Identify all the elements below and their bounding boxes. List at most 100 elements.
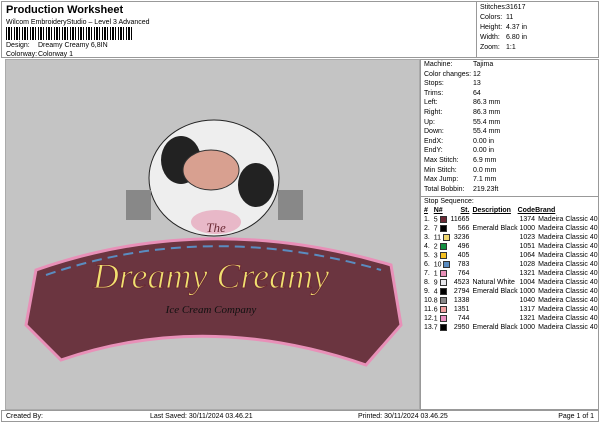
- colorway-label: Colorway:: [6, 51, 38, 58]
- column-header: St.: [460, 207, 470, 214]
- barcode: [6, 27, 134, 40]
- info-row: Min Stitch: 0.0 mm: [421, 166, 598, 176]
- stat-row: Stitches:31617: [480, 3, 597, 13]
- thread-description: Emerald Black: [472, 288, 518, 295]
- thread-brand: Madeira Classic 40: [538, 324, 598, 331]
- thread-code: 1028: [519, 261, 536, 268]
- info-row: Stops: 13: [421, 79, 598, 89]
- info-label: Total Bobbin:: [424, 185, 465, 193]
- info-row: EndY: 0.00 in: [421, 146, 598, 156]
- row-index: 4.: [424, 243, 430, 250]
- thread-brand: Madeira Classic 40: [538, 270, 598, 277]
- color-swatch: [439, 287, 447, 295]
- stat-row: Zoom: 1:1: [480, 43, 597, 53]
- cow-snout: [182, 149, 240, 191]
- stop-sequence-title: Stop Sequence:: [424, 198, 474, 205]
- info-label: Right:: [424, 108, 443, 116]
- info-row: Max Stitch: 6.9 mm: [421, 156, 598, 166]
- stat-label: Zoom:: [480, 44, 500, 51]
- info-value: 0.00 in: [473, 137, 495, 145]
- color-swatch: [439, 296, 447, 304]
- stitch-count: 4523: [453, 279, 470, 286]
- page-title: Production Worksheet: [6, 4, 124, 16]
- table-row: 6. 10 783 1028 Madeira Classic 40: [424, 260, 598, 269]
- created-by: Created By:: [6, 413, 43, 420]
- color-swatch: [439, 305, 447, 313]
- table-row: 11. 6 1351 1317 Madeira Classic 40: [424, 305, 598, 314]
- needle-number: 9: [433, 279, 438, 287]
- column-header: Code: [517, 207, 536, 214]
- info-row: Right: 86.3 mm: [421, 108, 598, 118]
- info-value: 0.0 mm: [473, 166, 497, 174]
- footer: Created By: Last Saved: 30/11/2024 03.46…: [1, 410, 599, 422]
- row-index: 6.: [424, 261, 430, 268]
- info-value: 55.4 mm: [473, 128, 501, 136]
- needle-number: 3: [433, 252, 438, 260]
- thread-brand: Madeira Classic 40: [538, 288, 598, 295]
- thread-code: 1000: [519, 324, 536, 331]
- table-row: 13. 7 2950 Emerald Black 1000 Madeira Cl…: [424, 323, 598, 332]
- info-value: 6.9 mm: [473, 156, 497, 164]
- row-index: 2.: [424, 225, 430, 232]
- color-swatch: [439, 278, 447, 286]
- design-text-main: Dreamy Creamy: [92, 256, 329, 296]
- stitch-count: 783: [457, 261, 470, 268]
- stat-label: Height:: [480, 24, 503, 31]
- color-swatch: [443, 260, 451, 268]
- table-row: 7. 1 764 1321 Madeira Classic 40: [424, 269, 598, 278]
- info-label: Color changes:: [424, 70, 472, 78]
- thread-code: 1023: [519, 234, 536, 241]
- color-swatch: [439, 251, 447, 259]
- stitch-count: 2794: [453, 288, 470, 295]
- table-row: 8. 9 4523 Natural White 1004 Madeira Cla…: [424, 278, 598, 287]
- stat-value: 1:1: [506, 44, 516, 51]
- stitch-count: 496: [457, 243, 470, 250]
- info-label: Stops:: [424, 80, 444, 88]
- stat-row: Colors: 11: [480, 13, 597, 23]
- page-number: Page 1 of 1: [558, 413, 594, 420]
- table-row: 9. 4 2794 Emerald Black 1000 Madeira Cla…: [424, 287, 598, 296]
- thread-code: 1004: [519, 279, 536, 286]
- thread-description: [469, 296, 517, 305]
- info-row: Color changes: 12: [421, 70, 598, 80]
- worksheet-header: Production Worksheet Wilcom EmbroiderySt…: [1, 1, 599, 58]
- table-row: 1. 5 11665 1374 Madeira Classic 40: [424, 215, 598, 224]
- info-label: Machine:: [424, 61, 453, 68]
- info-row: Trims: 64: [421, 89, 598, 99]
- thread-description: [469, 314, 517, 323]
- stitch-count: 1351: [453, 306, 470, 313]
- stitch-count: 566: [457, 225, 470, 232]
- thread-brand: Madeira Classic 40: [538, 279, 598, 286]
- stop-sequence: Stop Sequence: # N# St. Description Code Bran…: [421, 196, 598, 333]
- thread-code: 1321: [519, 270, 536, 277]
- color-swatch: [439, 269, 447, 277]
- stitch-info-panel: Machine: Tajima Color changes: 12 Stops: 13 Tr…: [420, 59, 599, 410]
- design-row: Design: Dreamy Creamy 6,8IN: [6, 42, 108, 49]
- software-name: Wilcom EmbroideryStudio – Level 3 Advanc…: [6, 19, 150, 26]
- row-index: 8.: [424, 279, 430, 286]
- thread-brand: Madeira Classic 40: [538, 252, 598, 259]
- printed-date: Printed: 30/11/2024 03.46.25: [358, 413, 448, 420]
- info-value: 13: [473, 80, 481, 88]
- thread-brand: Madeira Classic 40: [538, 225, 598, 232]
- row-index: 12.: [424, 315, 434, 322]
- info-label: Up:: [424, 118, 435, 126]
- colorway-row: Colorway:Colorway 1: [6, 51, 73, 58]
- stat-row: Height: 4.37 in: [480, 23, 597, 33]
- thread-description: [469, 305, 517, 314]
- needle-number: 11: [433, 234, 442, 242]
- cow-hoof: [126, 190, 151, 220]
- table-row: 4. 2 496 1051 Madeira Classic 40: [424, 242, 598, 251]
- stitch-count: 1338: [453, 297, 470, 304]
- needle-number: 4: [433, 288, 438, 296]
- machine-info: Machine: Tajima Color changes: 12 Stops: 13 Tr…: [421, 60, 598, 194]
- info-label: EndY:: [424, 147, 443, 155]
- column-header: #: [424, 207, 428, 214]
- info-value: 12: [473, 70, 481, 78]
- info-value: 86.3 mm: [473, 99, 501, 107]
- thread-brand: Madeira Classic 40: [538, 261, 598, 268]
- info-value: 219.23ft: [473, 185, 499, 193]
- cow-hoof: [278, 190, 303, 220]
- table-row: 2. 7 566 Emerald Black 1000 Madeira Clas…: [424, 224, 598, 233]
- table-row: 10. 8 1338 1040 Madeira Classic 40: [424, 296, 598, 305]
